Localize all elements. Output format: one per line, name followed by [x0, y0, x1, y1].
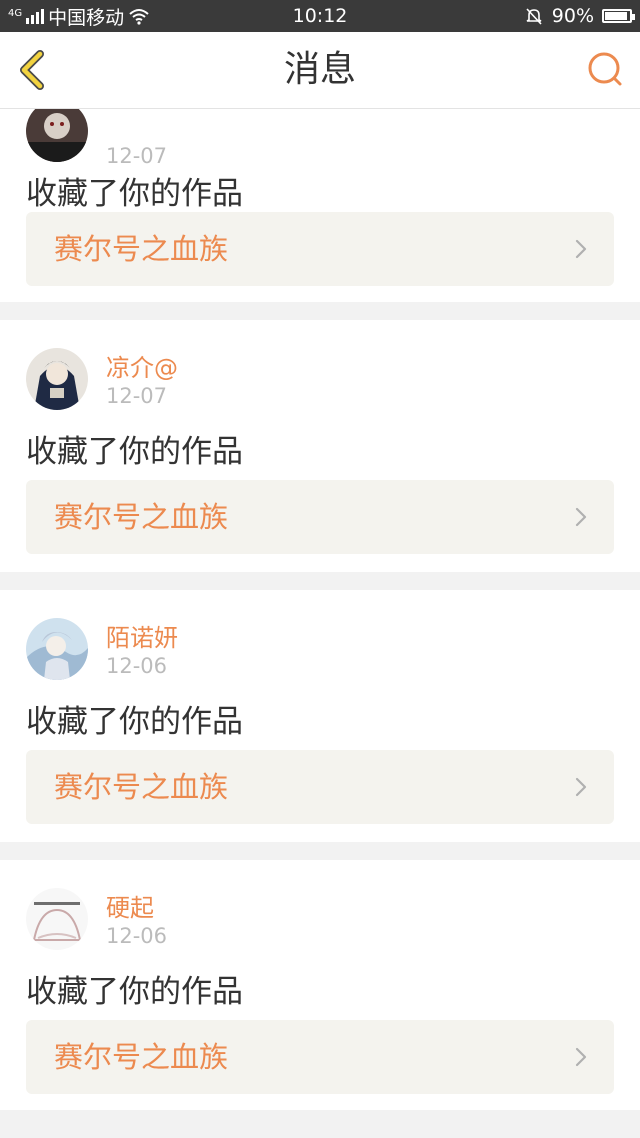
work-title: 赛尔号之血族 [54, 1040, 229, 1074]
status-right: 90% [524, 0, 635, 32]
work-link[interactable]: 赛尔号之血族 [26, 1020, 614, 1094]
status-bar: 4G 中国移动 10:12 90% [0, 0, 640, 32]
avatar[interactable] [26, 618, 88, 680]
chevron-right-icon [575, 239, 587, 259]
battery-icon [602, 9, 635, 23]
work-link[interactable]: 赛尔号之血族 [26, 480, 614, 554]
work-link[interactable]: 赛尔号之血族 [26, 212, 614, 286]
action-text: 收藏了你的作品 [26, 974, 243, 1010]
chevron-right-icon [575, 1047, 587, 1067]
chevron-right-icon [575, 777, 587, 797]
message-date: 12-06 [106, 654, 168, 678]
work-title: 赛尔号之血族 [54, 500, 229, 534]
avatar[interactable] [26, 108, 88, 162]
message-date: 12-07 [106, 384, 168, 408]
username[interactable]: 硬起 [106, 888, 154, 923]
nav-bar: 消息 [0, 32, 640, 109]
list-item: 12-07 收藏了你的作品 赛尔号之血族 [0, 108, 640, 302]
avatar[interactable] [26, 888, 88, 950]
work-title: 赛尔号之血族 [54, 232, 229, 266]
username[interactable]: 陌诺妍 [106, 618, 178, 653]
avatar[interactable] [26, 348, 88, 410]
battery-percent: 90% [551, 5, 594, 27]
action-text: 收藏了你的作品 [26, 704, 243, 740]
message-date: 12-06 [106, 924, 168, 948]
search-icon [588, 52, 622, 86]
action-text: 收藏了你的作品 [26, 176, 243, 212]
action-text: 收藏了你的作品 [26, 434, 243, 470]
list-item: 凉介@ 12-07 收藏了你的作品 赛尔号之血族 [0, 320, 640, 572]
chevron-right-icon [575, 507, 587, 527]
battery-fill [605, 12, 627, 20]
search-button[interactable] [586, 50, 626, 90]
work-link[interactable]: 赛尔号之血族 [26, 750, 614, 824]
bell-muted-icon [526, 8, 542, 25]
list-item: 硬起 12-06 收藏了你的作品 赛尔号之血族 [0, 860, 640, 1110]
message-list[interactable]: 12-07 收藏了你的作品 赛尔号之血族 凉介@ 12-07 收藏了你的作品 赛… [0, 108, 640, 1138]
username[interactable]: 凉介@ [106, 348, 178, 383]
list-item: 陌诺妍 12-06 收藏了你的作品 赛尔号之血族 [0, 590, 640, 842]
work-title: 赛尔号之血族 [54, 770, 229, 804]
page-title: 消息 [283, 49, 356, 90]
message-date: 12-07 [106, 144, 168, 168]
